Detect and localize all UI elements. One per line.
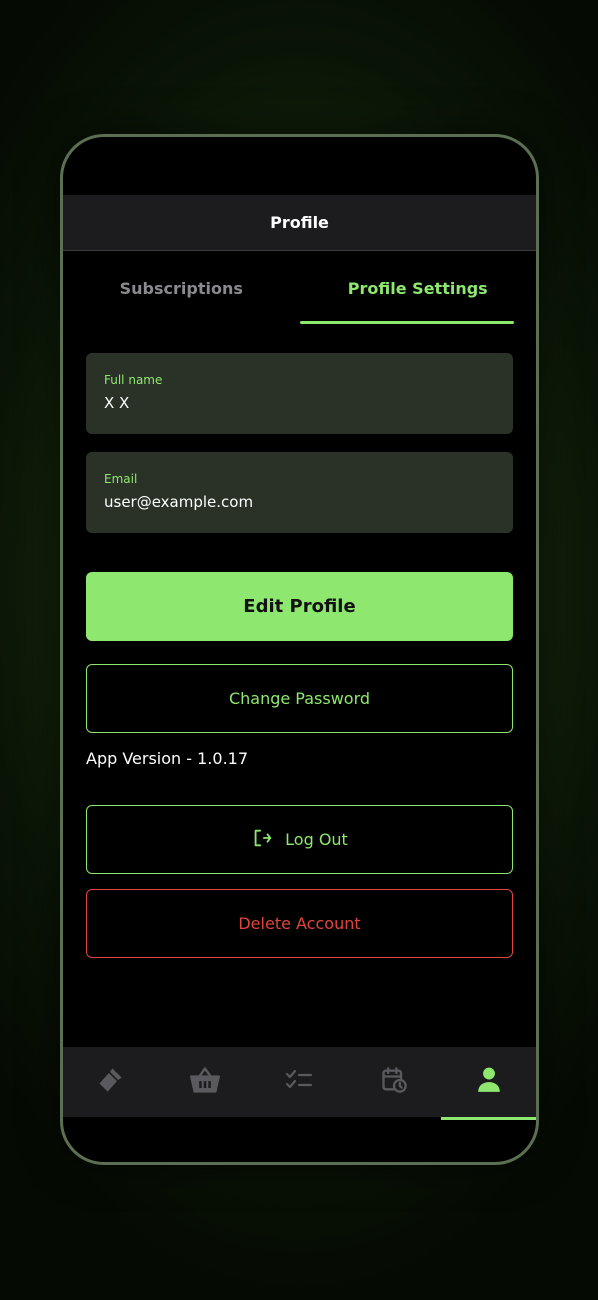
active-tab-indicator [299, 321, 514, 324]
nav-item-checklist[interactable] [252, 1047, 347, 1117]
flashlight-icon [96, 1066, 124, 1098]
bottom-navigation [63, 1047, 536, 1120]
tab-bar: Subscriptions Profile Settings [63, 252, 536, 324]
tab-label: Subscriptions [119, 278, 243, 298]
nav-item-basket[interactable] [158, 1047, 253, 1117]
app-version-text: App Version - 1.0.17 [86, 749, 249, 768]
tab-label: Profile Settings [347, 278, 488, 298]
app-header: Profile [63, 195, 536, 251]
phone-frame: Profile Subscriptions Profile Settings F… [60, 134, 539, 1165]
nav-item-calendar[interactable] [347, 1047, 442, 1117]
checklist-icon [285, 1068, 313, 1096]
email-field[interactable]: Email [86, 452, 513, 533]
basket-icon [189, 1066, 221, 1098]
profile-icon [476, 1066, 502, 1098]
logout-icon [251, 827, 273, 853]
delete-account-button[interactable]: Delete Account [86, 889, 513, 958]
full-name-field[interactable]: Full name [86, 353, 513, 434]
full-name-label: Full name [104, 373, 163, 387]
email-label: Email [104, 472, 138, 486]
page-title: Profile [270, 213, 329, 232]
active-nav-indicator [441, 1117, 536, 1120]
full-name-input[interactable] [104, 394, 495, 412]
tab-profile-settings[interactable]: Profile Settings [299, 252, 537, 324]
change-password-button[interactable]: Change Password [86, 664, 513, 733]
email-input[interactable] [104, 493, 495, 511]
log-out-button[interactable]: Log Out [86, 805, 513, 874]
nav-item-profile[interactable] [441, 1047, 536, 1120]
edit-profile-button[interactable]: Edit Profile [86, 572, 513, 641]
nav-item-flashlight[interactable] [63, 1047, 158, 1117]
tab-subscriptions[interactable]: Subscriptions [63, 252, 300, 324]
log-out-label: Log Out [285, 830, 348, 849]
calendar-clock-icon [380, 1066, 408, 1098]
